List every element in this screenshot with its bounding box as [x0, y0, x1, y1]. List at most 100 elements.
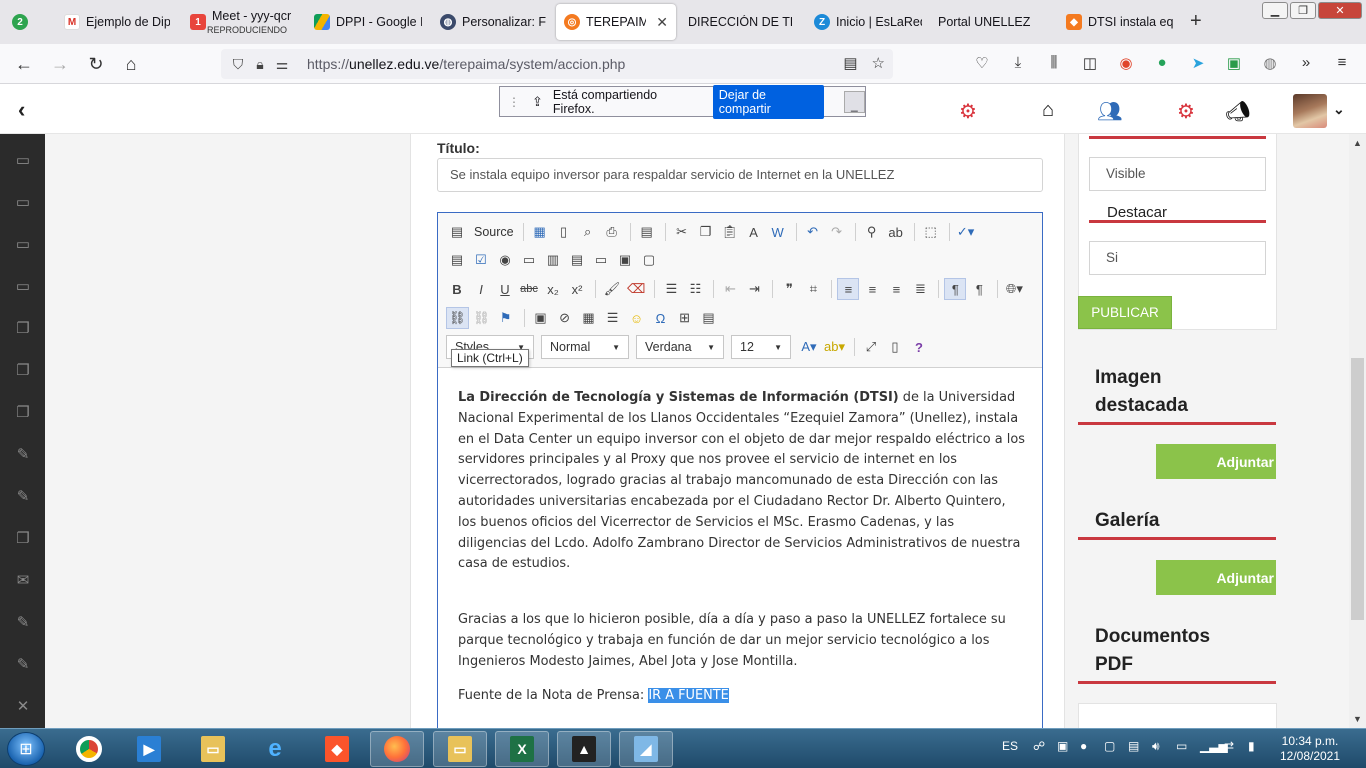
image-icon[interactable]: ▣	[530, 307, 552, 329]
monitor-icon[interactable]: ▭	[14, 278, 32, 296]
ie-app[interactable]: e	[248, 731, 302, 767]
publish-button[interactable]: PUBLICAR	[1078, 296, 1172, 329]
reader-view-icon[interactable]: ▤	[843, 54, 857, 72]
blockquote-icon[interactable]: ❞	[778, 278, 800, 300]
more-tools-icon[interactable]: »	[1288, 54, 1324, 72]
back-arrow-icon[interactable]: ←	[12, 52, 36, 76]
mail-icon[interactable]: ✉	[14, 572, 32, 590]
superscript-icon[interactable]: x²	[566, 278, 588, 300]
megaphone-icon[interactable]: 📣︎	[1225, 99, 1250, 124]
display-icon[interactable]: ▭	[1176, 739, 1187, 753]
bookmark-star-icon[interactable]: ☆	[872, 54, 885, 72]
tab-ejemplo[interactable]: M Ejemplo de Dip	[56, 4, 178, 40]
volume-icon[interactable]: 🔊︎	[1152, 739, 1160, 754]
select-all-icon[interactable]: ⬚	[920, 221, 942, 243]
editor-content[interactable]: La Dirección de Tecnología y Sistemas de…	[458, 388, 1026, 706]
unlink-icon[interactable]: ⛓	[471, 307, 493, 329]
tab-meet[interactable]: 1 Meet - yyy-qcr REPRODUCIENDO	[182, 4, 306, 40]
align-center-icon[interactable]: ≡	[861, 278, 883, 300]
reload-icon[interactable]: ↻	[84, 52, 108, 76]
print-icon[interactable]: ⎙	[601, 221, 623, 243]
vpn-icon[interactable]: ◍	[1252, 54, 1288, 72]
paste-icon[interactable]: 📋︎	[719, 221, 741, 243]
pocket-icon[interactable]: ♡	[964, 54, 1000, 72]
button-field-icon[interactable]: ▭	[590, 249, 612, 271]
lock-icon[interactable]: 🔒︎	[249, 56, 271, 73]
whatsapp-icon[interactable]: ●	[1144, 54, 1180, 72]
copy-format-icon[interactable]: 🖌︎	[601, 278, 623, 300]
chrome-app[interactable]	[62, 731, 116, 767]
indent-icon[interactable]: ⇥	[743, 278, 765, 300]
maximize-icon[interactable]: ⤢	[860, 336, 882, 358]
maximize-window-icon[interactable]: ❐	[1290, 2, 1316, 19]
permissions-icon[interactable]: ⚌	[271, 56, 293, 73]
close-window-icon[interactable]: ✕	[1318, 2, 1362, 19]
collapse-sidebar-icon[interactable]: ‹	[18, 97, 25, 123]
replace-icon[interactable]: ab	[885, 221, 907, 243]
settings-gear-icon[interactable]: ⚙	[959, 99, 977, 124]
templates-icon[interactable]: ▤	[636, 221, 658, 243]
title-input[interactable]: Se instala equipo inversor para respalda…	[437, 158, 1043, 192]
scroll-thumb[interactable]	[1351, 358, 1364, 620]
bullet-list-icon[interactable]: ☷	[684, 278, 706, 300]
chevron-down-icon[interactable]: ⌄	[1333, 101, 1345, 118]
monitor-icon[interactable]: ▭	[14, 236, 32, 254]
monitor-icon[interactable]: ▭	[14, 152, 32, 170]
special-char-icon[interactable]: Ω	[650, 307, 672, 329]
media-app[interactable]: ▶	[122, 731, 176, 767]
textarea-icon[interactable]: ▥	[542, 249, 564, 271]
close-tab-icon[interactable]: ✕	[656, 14, 668, 31]
edit-icon[interactable]: ✎	[14, 446, 32, 464]
shield-icon[interactable]: ⛉	[227, 56, 249, 73]
preview-icon[interactable]: ⌕	[577, 221, 599, 243]
tab-pinned[interactable]: 2	[4, 4, 40, 40]
anchor-flag-icon[interactable]: ⚑	[495, 307, 517, 329]
settings-gear-icon[interactable]: ⚙	[1177, 99, 1195, 124]
extension-icon[interactable]: ▣	[1216, 54, 1252, 72]
remove-format-icon[interactable]: ⌫	[625, 278, 647, 300]
ltr-icon[interactable]: ¶	[944, 278, 967, 300]
edit-icon[interactable]: ✎	[14, 656, 32, 674]
tab-direccion[interactable]: DIRECCIÓN DE TEC	[680, 4, 800, 40]
font-select[interactable]: Verdana ▼	[636, 335, 724, 359]
redo-icon[interactable]: ↷	[826, 221, 848, 243]
attach-image-button[interactable]: Adjuntar	[1156, 444, 1276, 479]
scroll-down-icon[interactable]: ▼	[1353, 714, 1362, 724]
iframe-icon[interactable]: ▤	[698, 307, 720, 329]
save-icon[interactable]: ▦	[529, 221, 551, 243]
font-size-select[interactable]: 12 ▼	[731, 335, 791, 359]
home-icon[interactable]: ⌂	[119, 52, 143, 76]
tab-dtsi[interactable]: ◆ DTSI instala equ	[1058, 4, 1182, 40]
paste-text-icon[interactable]: A	[743, 221, 765, 243]
tab-dppi[interactable]: DPPI - Google D	[306, 4, 430, 40]
link-icon[interactable]: ⛓	[446, 307, 469, 329]
monitor-icon[interactable]: ▭	[14, 194, 32, 212]
snipping-app[interactable]: ◢	[619, 731, 673, 767]
tab-terepaima[interactable]: ◎ TEREPAIMA | ✕	[556, 4, 676, 40]
spellcheck-icon[interactable]: ✓▾	[955, 221, 977, 243]
tab-personalizar[interactable]: ◍ Personalizar: Fu	[432, 4, 554, 40]
minimize-share-bar-icon[interactable]: _	[843, 90, 865, 113]
new-tab-icon[interactable]: +	[1190, 10, 1202, 33]
url-text[interactable]: https://unellez.edu.ve/terepaima/system/…	[307, 56, 625, 72]
address-bar[interactable]: ⛉ 🔒︎ ⚌ https://unellez.edu.ve/terepaima/…	[221, 49, 893, 79]
checkbox-icon[interactable]: ☑	[470, 249, 492, 271]
visibility-select[interactable]: Visible	[1089, 157, 1266, 191]
users-icon[interactable]: 👥︎	[1097, 99, 1122, 124]
tray-app-icon[interactable]: ▣	[1057, 739, 1068, 753]
justify-icon[interactable]: ≣	[909, 278, 931, 300]
close-icon[interactable]: ✕	[14, 698, 32, 716]
system-clock[interactable]: 10:34 p.m. 12/08/2021	[1270, 734, 1350, 764]
excel-app[interactable]: X	[495, 731, 549, 767]
edit-icon[interactable]: ✎	[14, 488, 32, 506]
find-icon[interactable]: ⚲	[861, 221, 883, 243]
bold-icon[interactable]: B	[446, 278, 468, 300]
tray-network-icon[interactable]: ☍	[1033, 739, 1045, 753]
library-icon[interactable]: ⫼	[1036, 54, 1072, 72]
tray-window-icon[interactable]: ▢	[1104, 739, 1115, 753]
undo-icon[interactable]: ↶	[802, 221, 824, 243]
tab-eslared[interactable]: Z Inicio | EsLaRed	[806, 4, 930, 40]
sync-icon[interactable]: ⇄	[1224, 739, 1234, 753]
menu-icon[interactable]: ≡	[1324, 54, 1360, 72]
tray-device-icon[interactable]: ▤	[1128, 739, 1139, 753]
